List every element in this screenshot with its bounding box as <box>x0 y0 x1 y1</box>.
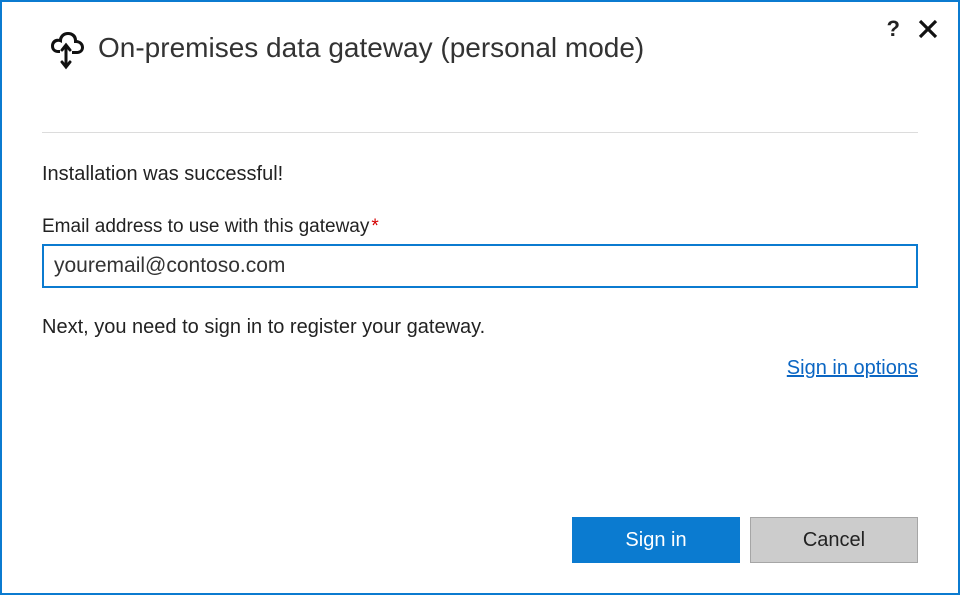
email-field[interactable] <box>42 244 918 288</box>
cloud-gateway-icon <box>42 24 90 72</box>
signin-button[interactable]: Sign in <box>572 517 740 563</box>
divider <box>42 132 918 133</box>
window-title: On-premises data gateway (personal mode) <box>98 32 918 64</box>
titlebar: On-premises data gateway (personal mode) <box>42 24 918 72</box>
titlebar-controls: ? <box>887 16 938 42</box>
success-message: Installation was successful! <box>42 163 918 186</box>
signin-hint: Next, you need to sign in to register yo… <box>42 316 918 339</box>
required-asterisk: * <box>371 216 378 237</box>
close-icon[interactable] <box>918 19 938 39</box>
options-link-row: Sign in options <box>42 357 918 380</box>
cancel-button[interactable]: Cancel <box>750 517 918 563</box>
email-label-text: Email address to use with this gateway <box>42 216 369 237</box>
gateway-installer-window: ? On-premises data gateway (personal mod… <box>0 0 960 595</box>
button-row: Sign in Cancel <box>572 517 918 563</box>
email-label: Email address to use with this gateway* <box>42 216 918 238</box>
help-icon[interactable]: ? <box>887 16 900 42</box>
signin-options-link[interactable]: Sign in options <box>787 357 918 379</box>
